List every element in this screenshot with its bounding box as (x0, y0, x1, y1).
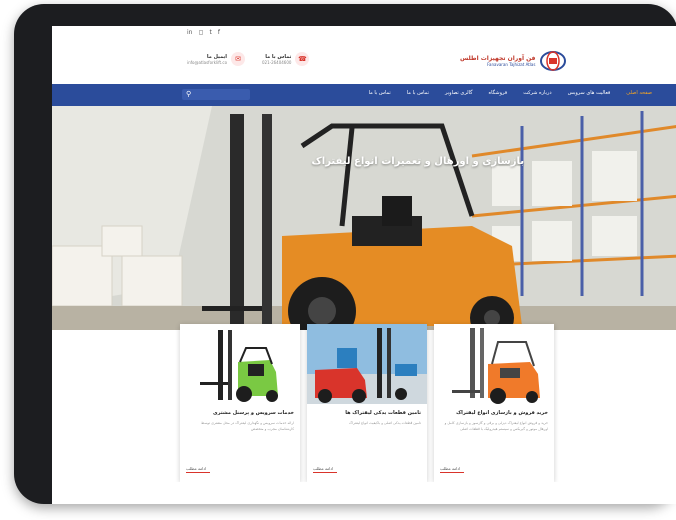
phone-icon: ☎ (295, 52, 310, 66)
read-more-link[interactable]: ادامه مطلب (313, 466, 337, 473)
nav-item-about[interactable]: درباره شرکت (523, 90, 551, 96)
hero-forklift-image (52, 106, 676, 330)
top-strip: in ◻ t f (52, 26, 676, 43)
facebook-icon[interactable]: f (218, 29, 220, 36)
nav-item-home[interactable]: صفحه اصلی (626, 90, 652, 96)
logo-title: فن آوران تجهیزات اطلس (460, 55, 536, 62)
site-logo[interactable]: فن آوران تجهیزات اطلس Fanavaran Tajhizat… (460, 50, 567, 72)
instagram-icon[interactable]: ◻ (198, 29, 203, 36)
service-cards: خدمات سرویس و پرسنل مشتری ارائه خدمات سر… (180, 324, 554, 482)
social-links: in ◻ t f (187, 29, 220, 36)
card-title: خدمات سرویس و پرسنل مشتری (213, 410, 294, 416)
linkedin-icon[interactable]: in (187, 29, 192, 36)
site-header: ایمیل ما info@atlasforklift.co ✉ تماس با… (52, 42, 676, 84)
email-contact[interactable]: ایمیل ما info@atlasforklift.co ✉ (187, 52, 246, 66)
phone-contact[interactable]: تماس با ما 021-26404600 ☎ (262, 52, 310, 66)
card-description: ارائه خدمات سرویس و نگهداری لیفتراک در م… (201, 421, 294, 431)
nav-item-shop[interactable]: فروشگاه (489, 90, 508, 96)
nav-item-contact-2[interactable]: تماس با ما (369, 90, 391, 96)
phone-value[interactable]: 021-26404600 (262, 60, 291, 65)
service-card[interactable]: تامین قطعات یدکی لیفتراک ها تامین قطعات … (307, 324, 427, 482)
read-more-link[interactable]: ادامه مطلب (186, 466, 210, 473)
card-title: خرید فروش و بازسازی انواع لیفتراک (456, 410, 548, 416)
card-description: خرید و فروش انواع لیفتراک دیزلی و برقی و… (444, 421, 548, 431)
twitter-icon[interactable]: t (209, 29, 211, 36)
card-image (434, 324, 554, 404)
main-nav: ⚲ صفحه اصلی فعالیت های سرویس درباره شرکت… (52, 84, 676, 106)
card-image (180, 324, 300, 404)
logo-subtitle: Fanavaran Tajhizat Atlas (487, 62, 536, 67)
page-footer-space (52, 482, 676, 504)
tablet-frame: in ◻ t f ایمیل ما info@atlasforklift.co … (14, 4, 676, 504)
mail-icon: ✉ (231, 52, 246, 66)
search-icon: ⚲ (186, 90, 192, 98)
screen: in ◻ t f ایمیل ما info@atlasforklift.co … (52, 26, 676, 504)
email-value[interactable]: info@atlasforklift.co (187, 60, 227, 65)
card-description: تامین قطعات یدکی اصلی و باکیفیت انواع لی… (349, 421, 421, 425)
card-image (307, 324, 427, 404)
search-box[interactable]: ⚲ (182, 89, 250, 100)
read-more-link[interactable]: ادامه مطلب (440, 466, 464, 473)
card-title: تامین قطعات یدکی لیفتراک ها (345, 410, 421, 416)
hero-banner: بازسازی و اورهال و تعمیرات انواع لیفتراک (52, 106, 676, 330)
service-card[interactable]: خدمات سرویس و پرسنل مشتری ارائه خدمات سر… (180, 324, 300, 482)
nav-item-services[interactable]: فعالیت های سرویس (568, 90, 611, 96)
nav-item-contact[interactable]: تماس با ما (407, 90, 429, 96)
hero-title: بازسازی و اورهال و تعمیرات انواع لیفتراک (311, 156, 524, 167)
logo-mark-icon (540, 51, 567, 71)
nav-items: صفحه اصلی فعالیت های سرویس درباره شرکت ف… (369, 90, 652, 96)
service-card[interactable]: خرید فروش و بازسازی انواع لیفتراک خرید و… (434, 324, 554, 482)
nav-item-gallery[interactable]: گالری تصاویر (445, 90, 473, 96)
